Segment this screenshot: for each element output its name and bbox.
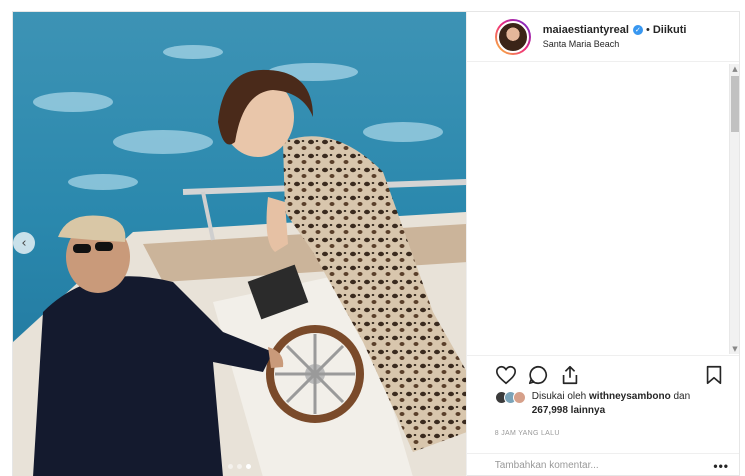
likes-count-link[interactable]: 267,998 (532, 405, 568, 416)
share-icon[interactable] (559, 364, 581, 386)
more-options-icon[interactable]: ••• (713, 459, 729, 473)
scroll-up-arrow-icon[interactable]: ▲ (730, 64, 740, 74)
likes-prefix: Disukai oleh (531, 391, 590, 402)
likes-middle: dan (670, 391, 691, 402)
liker-avatar (512, 391, 526, 404)
carousel-dot-active (245, 464, 251, 469)
action-bar (466, 355, 739, 386)
post-timestamp[interactable]: 8 JAM YANG LALU (495, 430, 560, 437)
scroll-down-arrow-icon[interactable]: ▼ (730, 344, 740, 354)
post-header: maiaestiantyreal ✓ • Diikuti Santa Maria… (466, 12, 739, 62)
instagram-post: ‹ maiaestiantyreal ✓ • Diikuti Santa Mar… (12, 11, 740, 476)
comment-input[interactable] (494, 460, 714, 471)
follow-status-button[interactable]: Diikuti (653, 24, 687, 36)
header-text: maiaestiantyreal ✓ • Diikuti Santa Maria… (543, 24, 687, 49)
comments-scrollbar[interactable]: ▲ ▼ (729, 64, 739, 354)
carousel-dots (13, 464, 466, 469)
post-photo[interactable]: ‹ (13, 12, 466, 476)
photo-scene (13, 45, 466, 476)
liked-by-user-link[interactable]: withneysambono (589, 391, 671, 402)
chevron-left-icon: ‹ (21, 235, 27, 251)
verified-badge-icon: ✓ (632, 25, 643, 35)
carousel-dot (227, 464, 233, 469)
carousel-prev-button[interactable]: ‹ (13, 232, 35, 254)
heart-icon[interactable] (495, 364, 517, 386)
username-link[interactable]: maiaestiantyreal (543, 24, 629, 36)
scroll-thumb[interactable] (731, 76, 739, 132)
carousel-dot (236, 464, 242, 469)
liker-avatars[interactable] (494, 391, 526, 404)
likes-summary: Disukai oleh withneysambono dan 267,998 … (494, 390, 729, 418)
likes-text: Disukai oleh withneysambono dan 267,998 … (532, 390, 690, 418)
separator-dot: • (645, 24, 650, 36)
comment-composer: ••• (466, 453, 739, 476)
likes-suffix[interactable]: lainnya (568, 405, 605, 416)
story-ring[interactable] (494, 18, 531, 55)
avatar[interactable] (496, 20, 529, 53)
comment-icon[interactable] (527, 364, 549, 386)
bookmark-icon[interactable] (703, 364, 725, 386)
post-side-panel: maiaestiantyreal ✓ • Diikuti Santa Maria… (465, 12, 739, 476)
location-link[interactable]: Santa Maria Beach (543, 39, 687, 49)
